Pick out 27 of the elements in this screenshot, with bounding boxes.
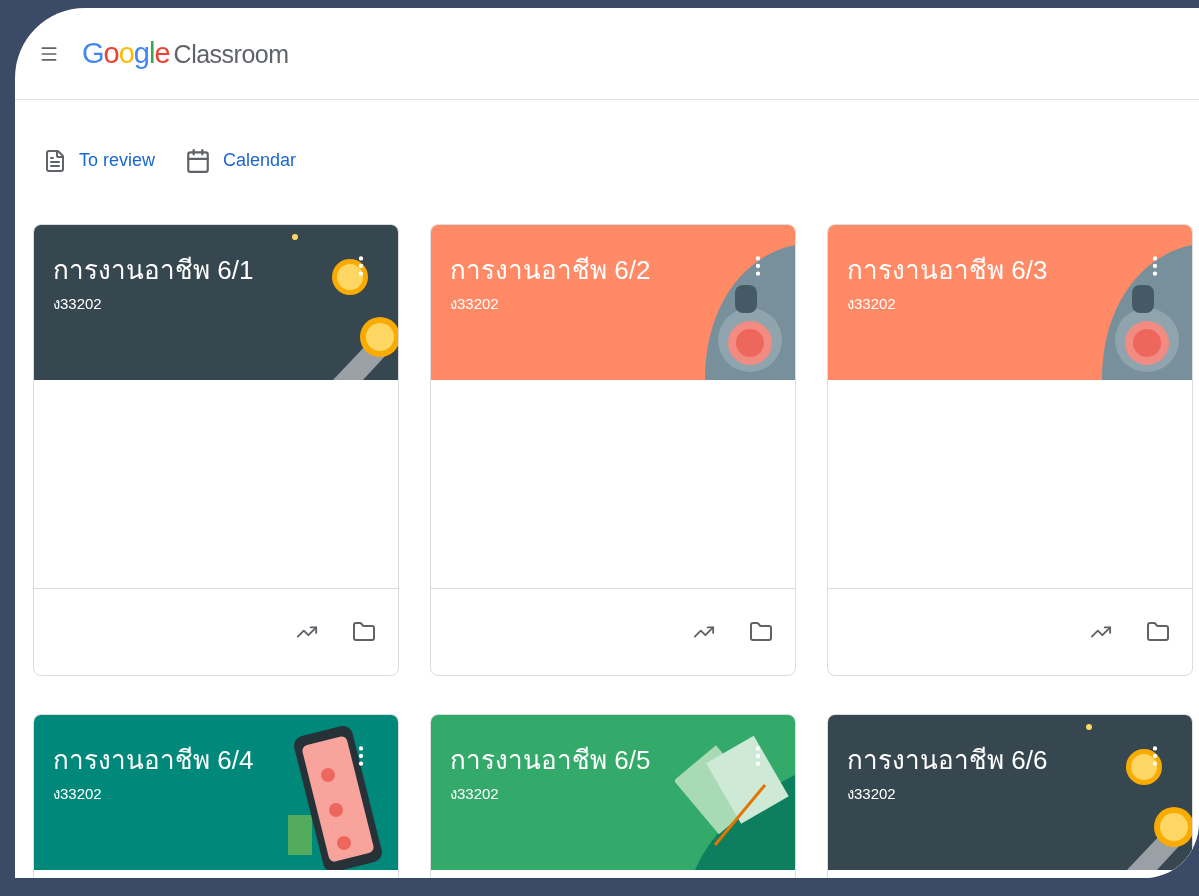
class-card[interactable]: การงานอาชีพ 6/2 ง33202 (430, 224, 796, 676)
toolbar-link[interactable]: Calendar (185, 147, 297, 174)
folder-icon[interactable] (352, 620, 376, 644)
class-card[interactable]: การงานอาชีพ 6/5 ง33202 (430, 714, 796, 878)
class-code: ง33202 (53, 784, 103, 804)
toolbar-link[interactable]: To review (43, 147, 156, 174)
class-title[interactable]: การงานอาชีพ 6/4 (53, 743, 398, 777)
review-icon (43, 148, 67, 173)
class-code: ง33202 (53, 294, 103, 314)
class-title[interactable]: การงานอาชีพ 6/5 (450, 743, 795, 777)
product-name: Classroom (173, 38, 289, 70)
folder-icon[interactable] (749, 620, 773, 644)
class-title[interactable]: การงานอาชีพ 6/6 (847, 743, 1192, 777)
class-card[interactable]: การงานอาชีพ 6/1 ง33202 (33, 224, 399, 676)
class-title[interactable]: การงานอาชีพ 6/3 (847, 253, 1192, 287)
class-card[interactable]: การงานอาชีพ 6/6 ง33202 (827, 714, 1193, 878)
logo-text: Google (82, 35, 170, 71)
class-card[interactable]: การงานอาชีพ 6/3 ง33202 (827, 224, 1193, 676)
class-code: ง33202 (450, 784, 500, 804)
class-code: ง33202 (450, 294, 500, 314)
calendar-icon (185, 147, 212, 174)
class-code: ง33202 (847, 784, 897, 804)
class-code: ง33202 (847, 294, 897, 314)
class-title[interactable]: การงานอาชีพ 6/1 (53, 253, 398, 287)
class-card[interactable]: การงานอาชีพ 6/4 ง33202 (33, 714, 399, 878)
folder-icon[interactable] (1146, 620, 1170, 644)
class-title[interactable]: การงานอาชีพ 6/2 (450, 253, 795, 287)
